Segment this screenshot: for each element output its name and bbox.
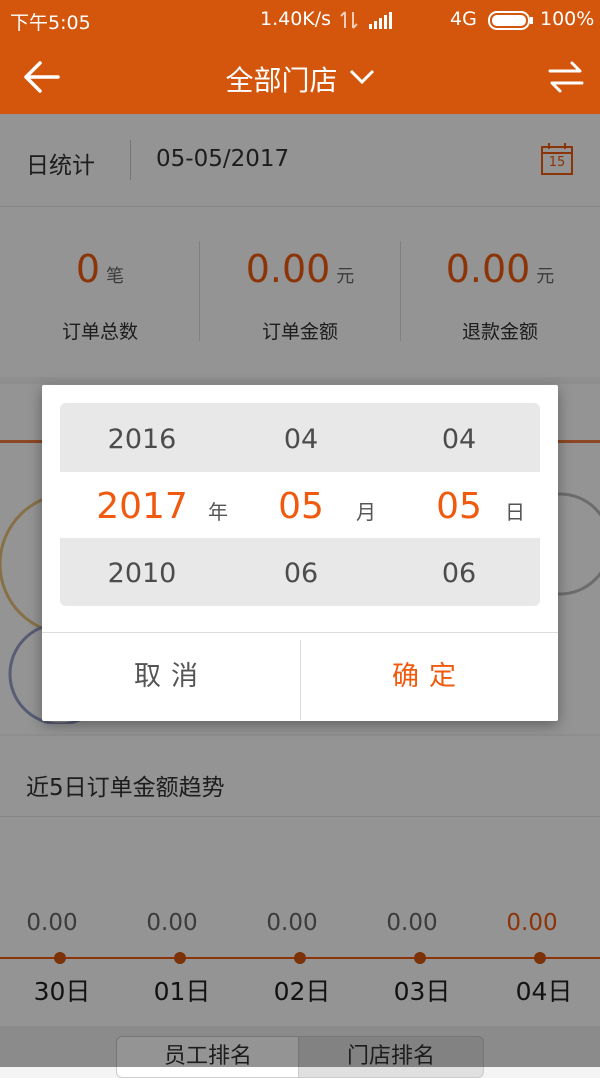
month-option-prev[interactable]: 04 <box>241 424 361 455</box>
cancel-button[interactable]: 取消 <box>42 633 300 721</box>
data-transfer-icon <box>340 10 358 34</box>
confirm-button[interactable]: 确定 <box>300 633 558 721</box>
page-title: 全部门店 <box>225 64 338 97</box>
chevron-down-icon <box>349 69 375 89</box>
switch-arrows-icon[interactable] <box>548 60 584 98</box>
year-option-next[interactable]: 2010 <box>82 558 202 589</box>
network-speed: 1.40K/s <box>260 8 332 30</box>
day-option-prev[interactable]: 04 <box>399 424 519 455</box>
network-type: 4G <box>450 8 477 30</box>
store-selector[interactable]: 全部门店 <box>0 40 600 114</box>
year-unit: 年 <box>208 500 228 524</box>
month-option-next[interactable]: 06 <box>241 558 361 589</box>
app-header: 全部门店 <box>0 40 600 114</box>
day-option-next[interactable]: 06 <box>399 558 519 589</box>
month-option-selected[interactable]: 05 <box>241 486 361 527</box>
year-option-selected[interactable]: 2017 <box>82 486 202 527</box>
month-unit: 月 <box>356 500 376 524</box>
battery-icon <box>488 11 534 35</box>
signal-icon <box>368 10 394 34</box>
status-time: 下午5:05 <box>10 12 91 34</box>
day-unit: 日 <box>505 500 525 524</box>
year-option-prev[interactable]: 2016 <box>82 424 202 455</box>
status-bar: 下午5:05 1.40K/s 4G 100% <box>0 0 600 40</box>
day-option-selected[interactable]: 05 <box>399 486 519 527</box>
battery-percent: 100% <box>540 8 595 30</box>
